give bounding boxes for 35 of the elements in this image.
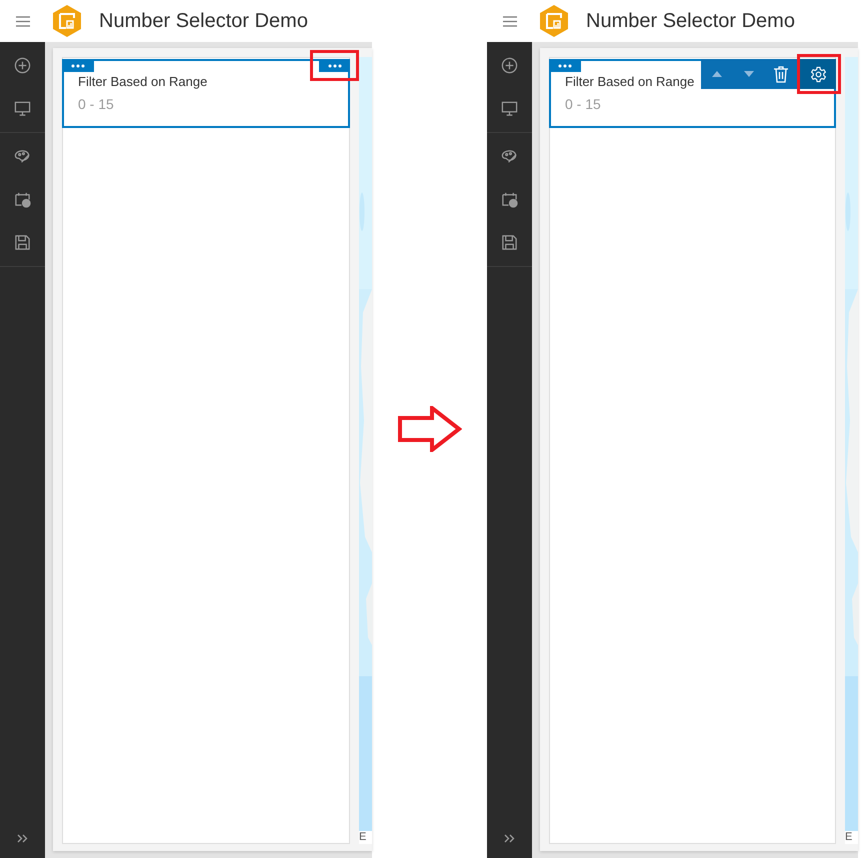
- save-icon[interactable]: [14, 234, 31, 251]
- up-icon: [712, 71, 722, 77]
- calendar-icon[interactable]: [501, 191, 518, 208]
- trash-icon: [773, 66, 789, 82]
- calendar-icon[interactable]: [14, 191, 31, 208]
- gear-icon: [810, 66, 826, 82]
- save-icon[interactable]: [501, 234, 518, 251]
- attribution-text: E: [359, 831, 368, 844]
- widget-title: Filter Based on Range: [565, 74, 696, 89]
- expand-icon[interactable]: [504, 834, 516, 843]
- range-value: 0 - 15: [78, 96, 115, 112]
- range-value: 0 - 15: [565, 96, 602, 112]
- app-title: Number Selector Demo: [586, 10, 795, 32]
- add-icon[interactable]: [501, 57, 518, 74]
- menu-icon[interactable]: [502, 16, 516, 26]
- expand-icon[interactable]: [16, 834, 28, 843]
- drag-handle[interactable]: [549, 59, 581, 72]
- drag-handle[interactable]: [62, 59, 94, 72]
- attribution-text: E: [845, 831, 854, 844]
- logo-icon: [540, 5, 568, 37]
- monitor-icon[interactable]: [14, 100, 31, 117]
- menu-icon[interactable]: [16, 16, 30, 26]
- app-title: Number Selector Demo: [99, 10, 308, 32]
- monitor-icon[interactable]: [501, 100, 518, 117]
- palette-icon[interactable]: [501, 148, 518, 165]
- more-icon: [558, 64, 572, 68]
- more-icon: [71, 64, 85, 68]
- arrow-icon: [398, 406, 462, 452]
- widget-title: Filter Based on Range: [78, 74, 208, 89]
- add-icon[interactable]: [14, 57, 31, 74]
- logo-icon: [53, 5, 81, 37]
- more-icon: [328, 64, 342, 68]
- palette-icon[interactable]: [14, 148, 31, 165]
- more-button[interactable]: [319, 59, 350, 72]
- down-icon: [744, 71, 754, 77]
